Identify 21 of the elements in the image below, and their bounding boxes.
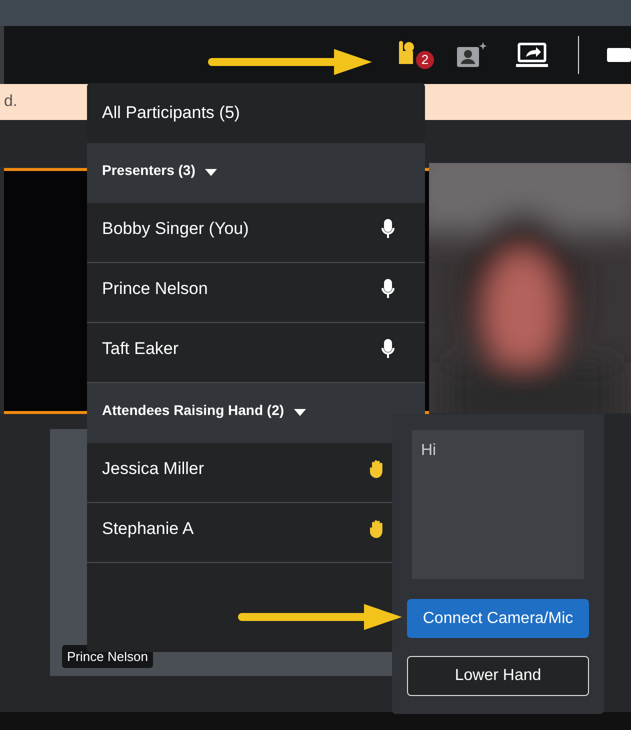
microphone-icon — [381, 278, 395, 298]
lower-hand-button[interactable]: Lower Hand — [407, 656, 589, 696]
participant-name: Taft Eaker — [102, 338, 179, 358]
message-box: Hi — [412, 430, 584, 579]
contact-card-icon[interactable] — [456, 41, 488, 69]
raised-hand-icon[interactable] — [369, 458, 385, 478]
group-header[interactable]: Attendees Raising Hand (2) — [87, 383, 425, 443]
microphone-icon — [381, 218, 395, 238]
popover-title: All Participants (5) — [102, 103, 240, 123]
banner-text: d. — [4, 93, 18, 111]
raised-hand-icon[interactable] — [369, 518, 385, 538]
participant-name: Jessica Miller — [102, 458, 204, 478]
participant-name: Prince Nelson — [102, 278, 208, 298]
participant-name: Bobby Singer (You) — [102, 218, 249, 238]
participant-name: Stephanie A — [102, 518, 194, 538]
group-header[interactable]: Presenters (3) — [87, 143, 425, 203]
notification-badge: 2 — [416, 51, 434, 69]
screen-share-icon[interactable] — [516, 42, 548, 68]
connect-button[interactable]: Connect Camera/Mic — [407, 598, 589, 638]
raised-hand-icon[interactable] — [398, 40, 416, 66]
microphone-icon — [381, 338, 395, 358]
